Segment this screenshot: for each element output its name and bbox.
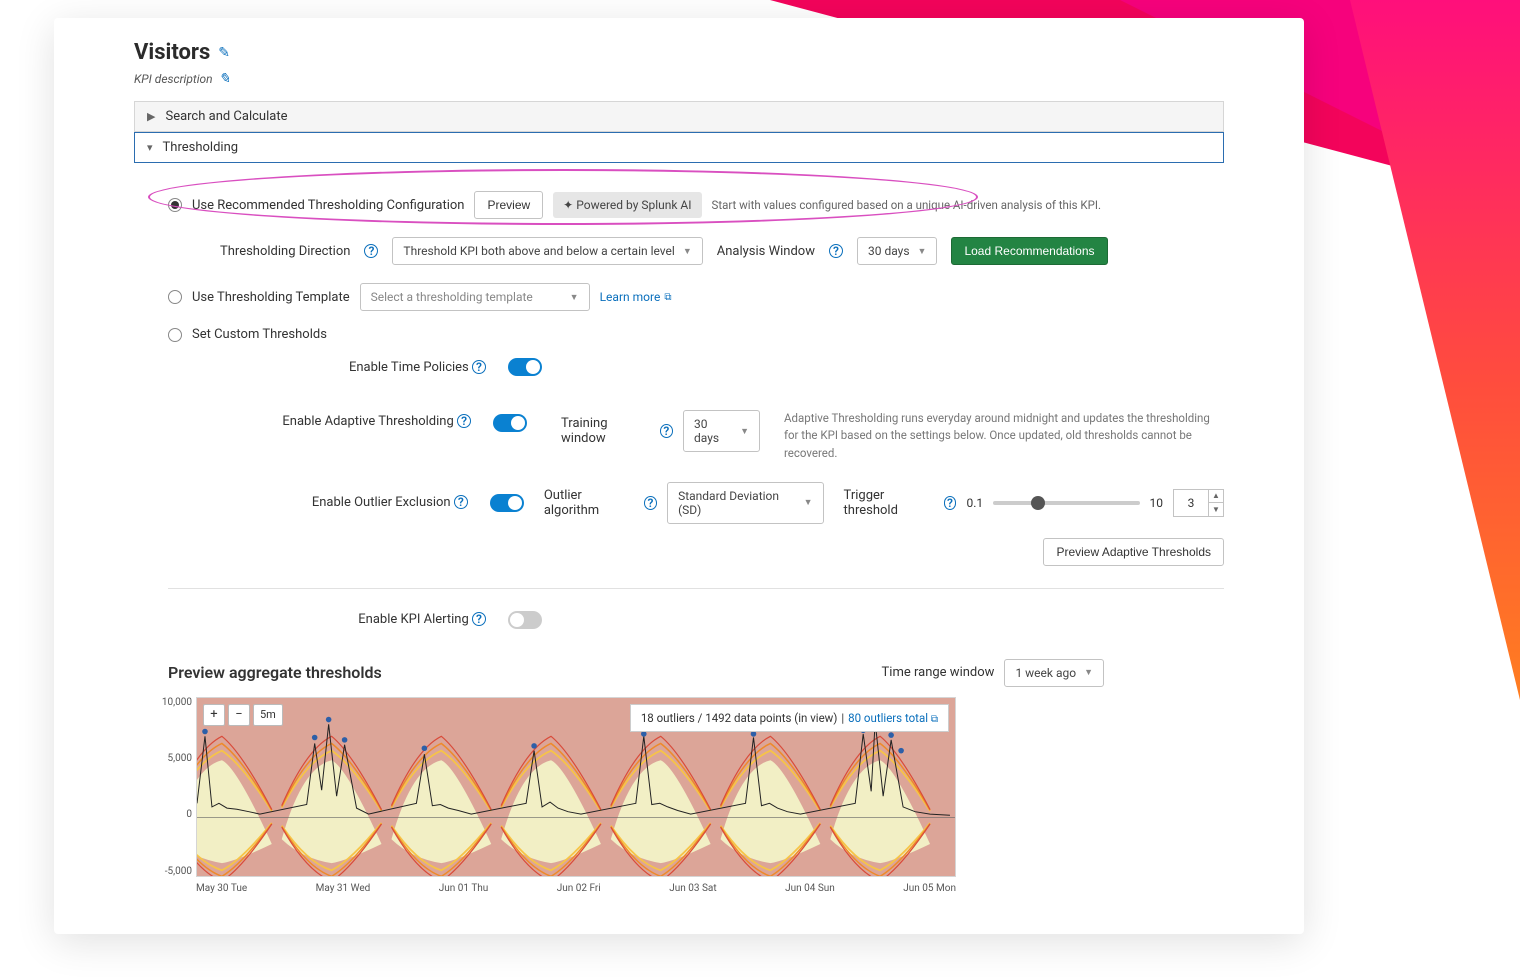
direction-label: Thresholding Direction (220, 244, 350, 259)
alerting-toggle[interactable] (508, 611, 542, 629)
external-link-icon: ⧉ (664, 292, 671, 303)
trigger-max: 10 (1150, 496, 1164, 510)
page-subtitle: KPI description (134, 72, 213, 86)
accordion-label: Thresholding (163, 140, 239, 155)
trigger-min: 0.1 (966, 496, 983, 510)
page-title: Visitors (134, 40, 210, 65)
chart-x-axis: May 30 TueMay 31 WedJun 01 ThuJun 02 Fri… (196, 883, 956, 894)
slider-knob[interactable] (1031, 496, 1045, 510)
help-icon[interactable]: ? (472, 360, 486, 374)
caret-icon: ▼ (804, 497, 813, 508)
time-policies-label: Enable Time Policies (349, 360, 469, 375)
radio-recommended[interactable] (168, 198, 182, 212)
accordion-label: Search and Calculate (165, 109, 287, 124)
help-icon[interactable]: ? (364, 244, 378, 258)
trigger-spinner[interactable]: ▲▼ (1209, 489, 1224, 517)
time-range-label: Time range window (882, 665, 995, 680)
training-window-select[interactable]: 30 days ▼ (683, 410, 760, 452)
caret-icon: ▼ (740, 426, 749, 437)
training-window-value: 30 days (694, 417, 732, 445)
divider (168, 588, 1224, 589)
decorative-corner-right (1350, 0, 1520, 700)
edit-title-icon[interactable]: ✎ (218, 45, 230, 61)
outlier-total-link[interactable]: 80 outliers total ⧉ (848, 711, 938, 725)
external-link-icon: ⧉ (931, 714, 938, 725)
radio-template-label: Use Thresholding Template (192, 290, 350, 305)
caret-icon: ▼ (918, 246, 927, 257)
time-policies-toggle[interactable] (508, 358, 542, 376)
learn-more-label: Learn more (600, 290, 661, 304)
chart-container: 10,0005,0000-5,000 + − 5m 18 outliers / … (196, 697, 1224, 894)
trigger-threshold-label: Trigger threshold (844, 488, 934, 518)
help-icon[interactable]: ? (454, 495, 468, 509)
chart-y-axis: 10,0005,0000-5,000 (156, 697, 192, 877)
sparkle-icon: ✦ (563, 198, 573, 212)
alerting-label: Enable KPI Alerting (358, 612, 469, 627)
adaptive-note: Adaptive Thresholding runs everyday arou… (784, 410, 1224, 462)
radio-template[interactable] (168, 290, 182, 304)
outlier-algo-select[interactable]: Standard Deviation (SD) ▼ (667, 482, 823, 524)
adaptive-label: Enable Adaptive Thresholding (282, 414, 453, 429)
ai-tag: ✦ Powered by Splunk AI (553, 192, 701, 218)
training-window-label: Training window (561, 416, 650, 446)
preview-adaptive-button[interactable]: Preview Adaptive Thresholds (1043, 538, 1224, 566)
template-select[interactable]: Select a thresholding template ▼ (360, 283, 590, 311)
help-icon[interactable]: ? (472, 612, 486, 626)
trigger-threshold-slider[interactable] (993, 501, 1139, 505)
help-icon[interactable]: ? (829, 244, 843, 258)
spinner-down-icon[interactable]: ▼ (1209, 503, 1223, 516)
preview-button[interactable]: Preview (474, 191, 543, 219)
outlier-algo-label: Outlier algorithm (544, 488, 634, 518)
threshold-chart[interactable]: + − 5m 18 outliers / 1492 data points (i… (196, 697, 956, 877)
outlier-banner: 18 outliers / 1492 data points (in view)… (630, 704, 949, 732)
zoom-interval-label: 5m (253, 704, 283, 726)
chevron-right-icon: ▶ (147, 110, 155, 123)
load-recommendations-button[interactable]: Load Recommendations (951, 237, 1107, 265)
direction-select[interactable]: Threshold KPI both above and below a cer… (392, 237, 702, 265)
time-range-select[interactable]: 1 week ago ▼ (1004, 659, 1104, 687)
accordion-search-calculate[interactable]: ▶ Search and Calculate (134, 101, 1224, 132)
ai-tag-label: Powered by Splunk AI (576, 198, 691, 212)
help-icon[interactable]: ? (644, 496, 657, 510)
outlier-toggle[interactable] (490, 494, 524, 512)
trigger-value-input[interactable]: 3 (1173, 489, 1209, 517)
radio-recommended-label: Use Recommended Thresholding Configurati… (192, 198, 464, 213)
radio-custom-label: Set Custom Thresholds (192, 327, 327, 342)
outlier-algo-value: Standard Deviation (SD) (678, 489, 796, 517)
direction-value: Threshold KPI both above and below a cer… (403, 244, 674, 258)
accordion-thresholding[interactable]: ▾ Thresholding (134, 132, 1224, 163)
outlier-label: Enable Outlier Exclusion (312, 495, 451, 510)
caret-icon: ▼ (683, 246, 692, 257)
help-icon[interactable]: ? (944, 496, 957, 510)
template-placeholder: Select a thresholding template (371, 290, 533, 304)
adaptive-toggle[interactable] (493, 414, 527, 432)
zoom-in-button[interactable]: + (203, 704, 225, 726)
recommended-hint: Start with values configured based on a … (712, 198, 1102, 212)
learn-more-link[interactable]: Learn more ⧉ (600, 290, 672, 304)
analysis-window-select[interactable]: 30 days ▼ (857, 237, 937, 265)
zoom-out-button[interactable]: − (228, 704, 250, 726)
help-icon[interactable]: ? (660, 424, 673, 438)
preview-heading: Preview aggregate thresholds (168, 663, 382, 682)
caret-icon: ▼ (570, 292, 579, 303)
spinner-up-icon[interactable]: ▲ (1209, 490, 1223, 503)
edit-subtitle-icon[interactable]: ✎ (219, 71, 231, 87)
caret-icon: ▼ (1084, 667, 1093, 678)
analysis-window-value: 30 days (868, 244, 910, 258)
time-range-value: 1 week ago (1015, 666, 1076, 680)
radio-custom[interactable] (168, 328, 182, 342)
outlier-count-text: 18 outliers / 1492 data points (in view) (641, 711, 838, 725)
help-icon[interactable]: ? (457, 414, 471, 428)
analysis-window-label: Analysis Window (717, 244, 815, 259)
config-card: Visitors ✎ KPI description ✎ ▶ Search an… (54, 18, 1304, 934)
chevron-down-icon: ▾ (147, 141, 153, 154)
